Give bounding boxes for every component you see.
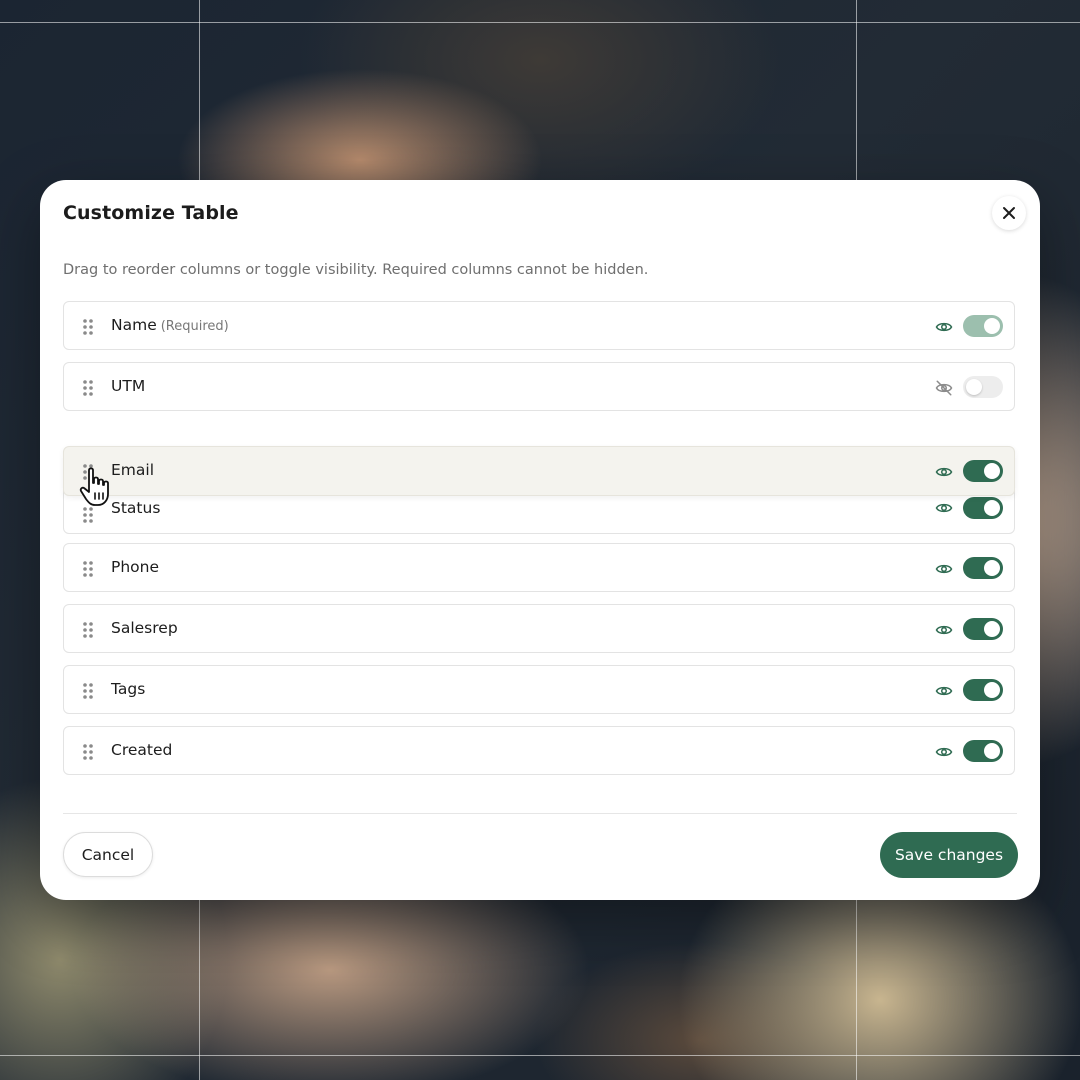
eye-off-icon <box>935 380 953 396</box>
modal-subtitle: Drag to reorder columns or toggle visibi… <box>63 262 649 278</box>
column-row-name[interactable]: Name (Required) <box>63 301 1015 350</box>
column-row-salesrep[interactable]: Salesrep <box>63 604 1015 653</box>
guide-line <box>0 1055 1080 1056</box>
eye-icon <box>935 467 953 477</box>
column-row-utm[interactable]: UTM <box>63 362 1015 411</box>
eye-icon <box>935 747 953 757</box>
eye-icon <box>935 503 953 513</box>
eye-icon <box>935 322 953 332</box>
drag-handle-icon[interactable] <box>82 506 94 524</box>
column-label: Email <box>111 461 155 479</box>
eye-icon <box>935 564 953 574</box>
drag-handle-icon[interactable] <box>82 743 94 761</box>
footer-divider <box>63 813 1017 814</box>
column-label: Created <box>111 741 173 759</box>
visibility-toggle[interactable] <box>963 618 1003 640</box>
close-button[interactable] <box>992 196 1026 230</box>
eye-icon <box>935 625 953 635</box>
visibility-toggle[interactable] <box>963 460 1003 482</box>
column-row-email[interactable]: Email <box>63 446 1015 496</box>
cancel-button[interactable]: Cancel <box>63 832 153 877</box>
drag-handle-icon[interactable] <box>82 621 94 639</box>
drag-handle-icon[interactable] <box>82 318 94 336</box>
visibility-toggle[interactable] <box>963 376 1003 398</box>
guide-line <box>0 22 1080 23</box>
column-label: Phone <box>111 558 160 576</box>
column-row-phone[interactable]: Phone <box>63 543 1015 592</box>
modal-title: Customize Table <box>63 202 239 224</box>
column-label: Status <box>111 499 161 517</box>
drag-handle-icon[interactable] <box>82 560 94 578</box>
column-label: UTM <box>111 377 146 395</box>
visibility-toggle[interactable] <box>963 740 1003 762</box>
column-label: Salesrep <box>111 619 178 637</box>
column-row-tags[interactable]: Tags <box>63 665 1015 714</box>
required-note: (Required) <box>160 319 229 334</box>
close-icon <box>1003 207 1015 219</box>
drag-handle-icon[interactable] <box>82 379 94 397</box>
eye-icon <box>935 686 953 696</box>
visibility-toggle[interactable] <box>963 557 1003 579</box>
visibility-toggle[interactable] <box>963 679 1003 701</box>
column-label: Tags <box>111 680 146 698</box>
grab-cursor-icon <box>79 467 109 506</box>
drag-handle-icon[interactable] <box>82 682 94 700</box>
column-row-created[interactable]: Created <box>63 726 1015 775</box>
visibility-toggle[interactable] <box>963 497 1003 519</box>
customize-table-modal: Customize Table Drag to reorder columns … <box>40 180 1040 900</box>
save-changes-button[interactable]: Save changes <box>880 832 1018 878</box>
column-label: Name (Required) <box>111 316 229 334</box>
visibility-toggle <box>963 315 1003 337</box>
